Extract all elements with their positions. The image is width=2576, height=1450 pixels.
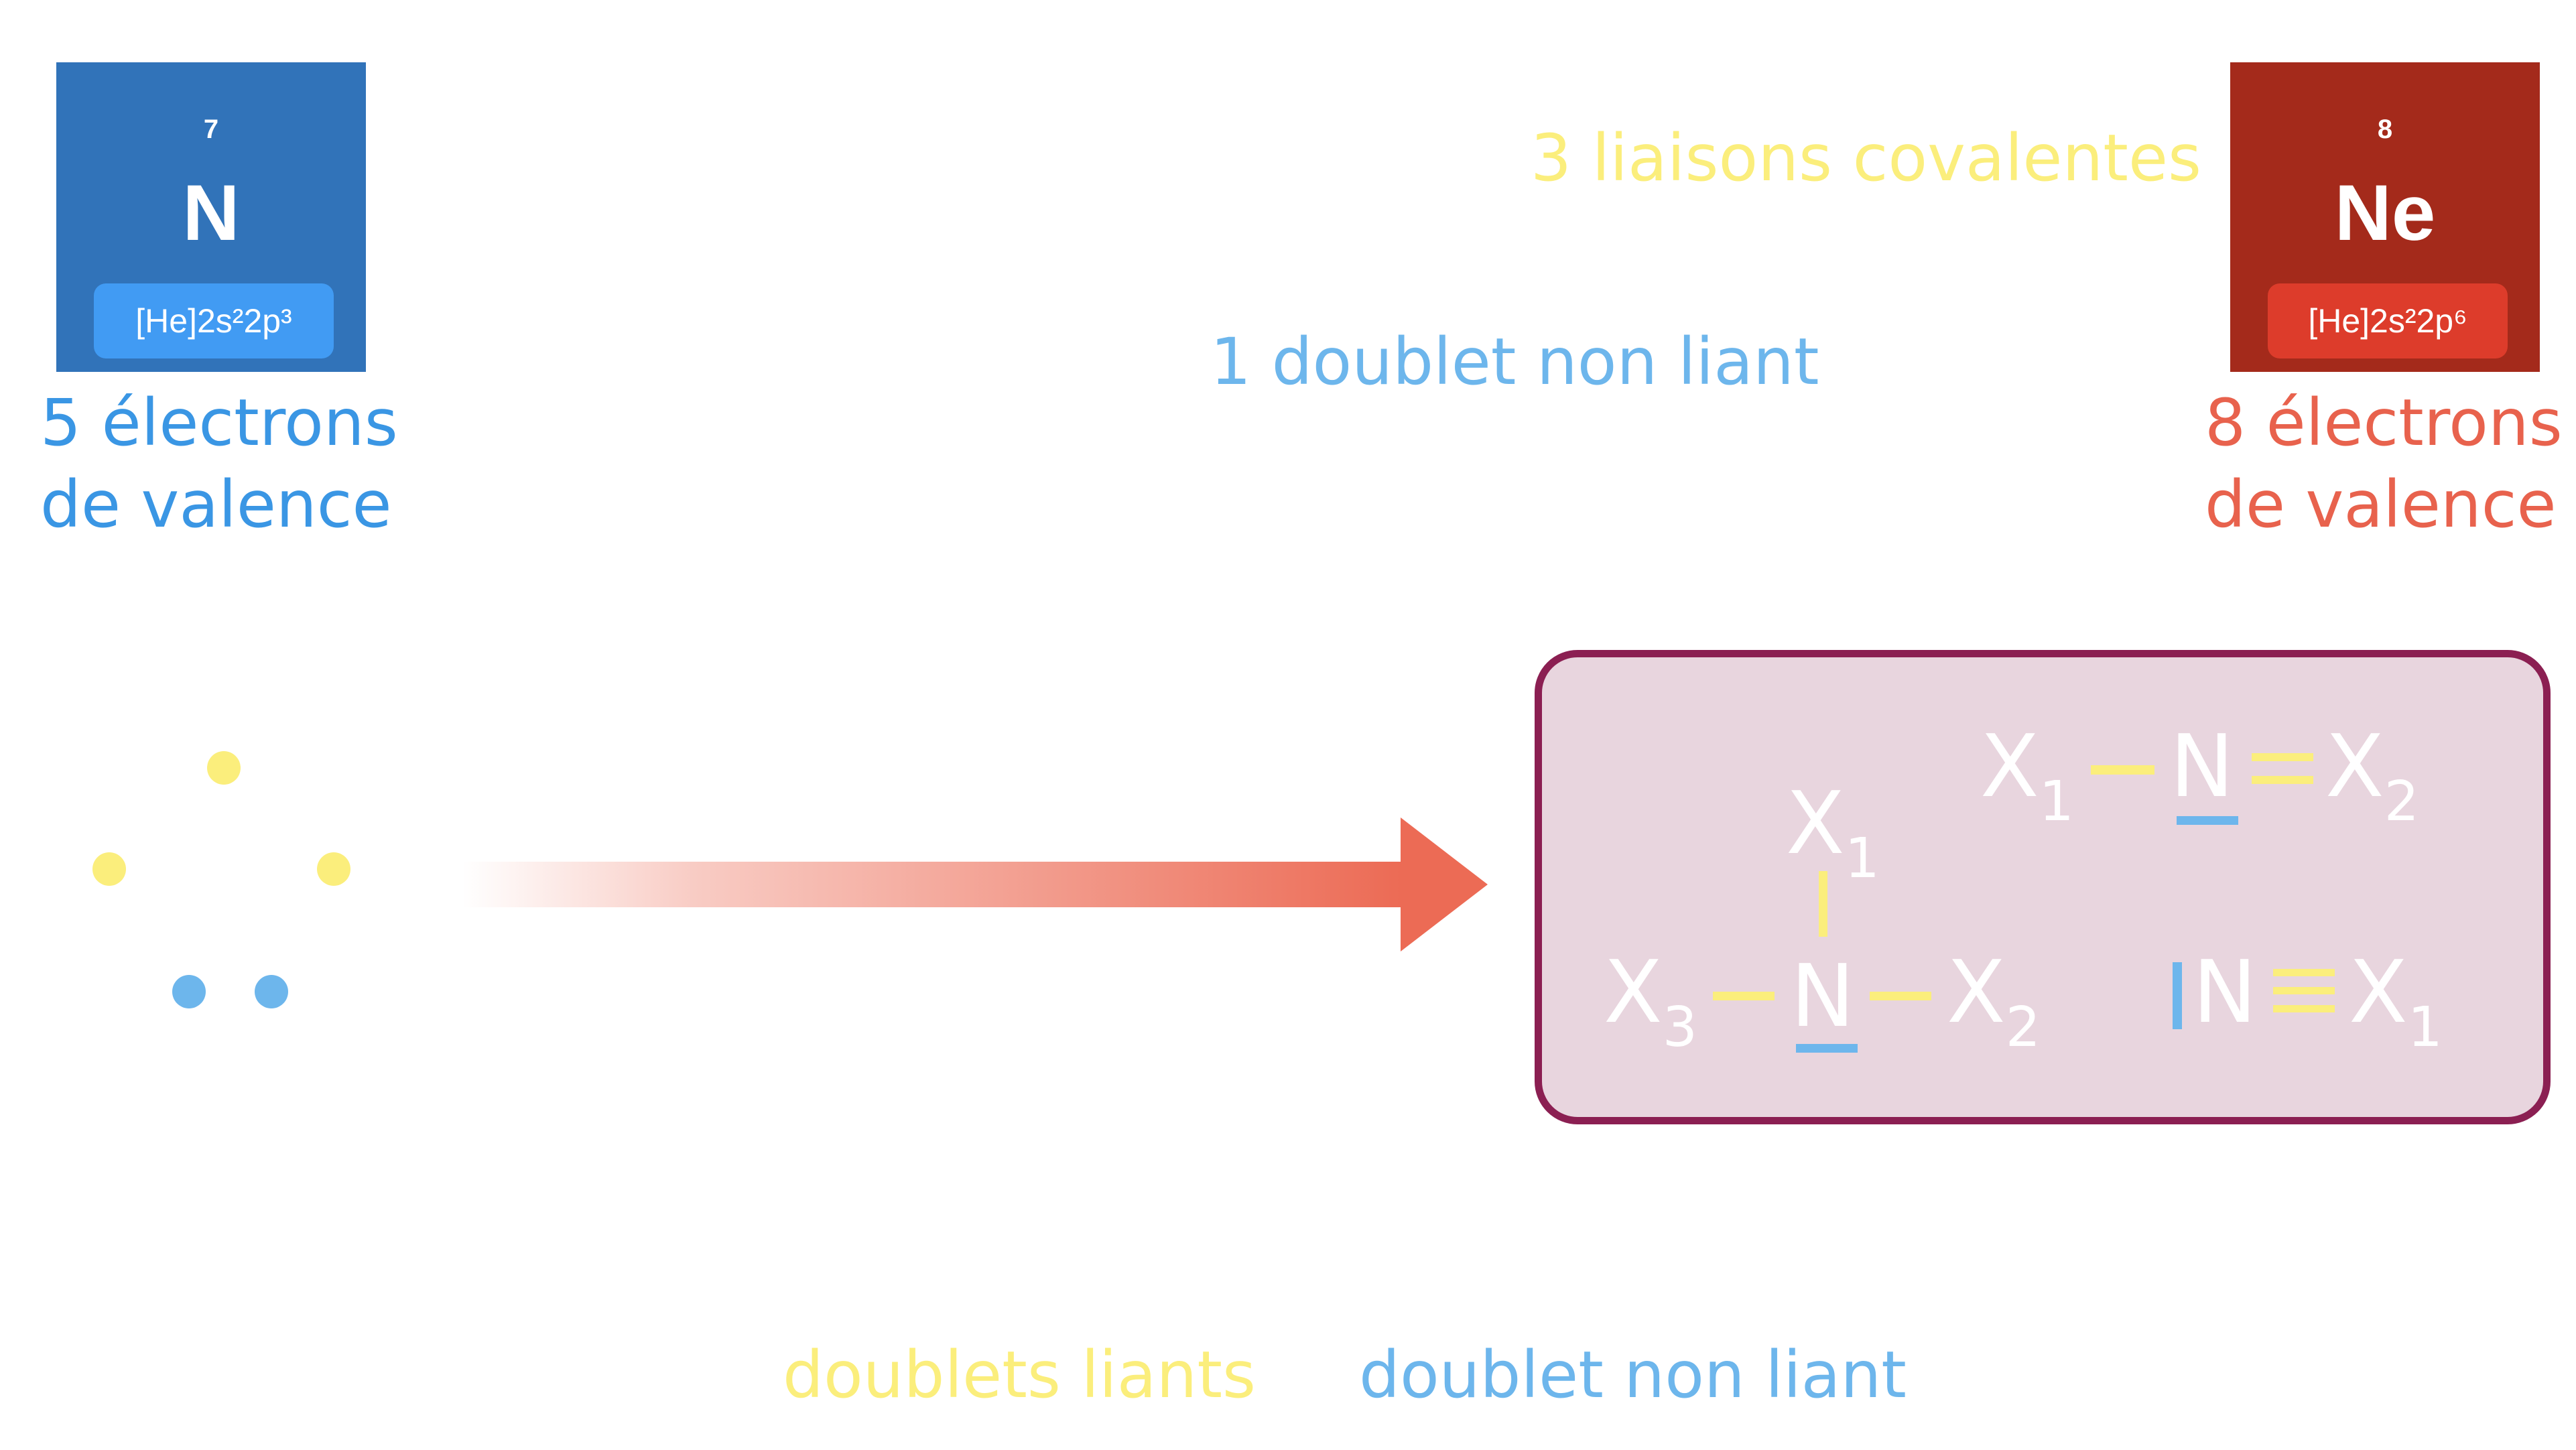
double-bond-line-top xyxy=(2252,753,2313,761)
nitrogen-valence-line1: 5 électrons xyxy=(40,385,398,460)
nitrogen-element-tile: 7 N [He]2s²2p³ xyxy=(56,62,366,372)
transition-arrow xyxy=(462,817,1488,951)
neon-valence-line1: 8 électrons xyxy=(2205,385,2563,460)
nitrogen-symbol: N xyxy=(182,169,240,257)
neon-element-tile: 8 Ne [He]2s²2p⁶ xyxy=(2230,62,2540,372)
bonding-electron-dot-left xyxy=(92,852,126,886)
formula-double-bond-x2: X2 xyxy=(2325,717,2419,834)
lone-pair-electron-dot-right xyxy=(255,975,288,1008)
nitrogen-configuration: [He]2s²2p³ xyxy=(94,283,334,358)
nitrogen-valence-line2: de valence xyxy=(40,467,392,542)
neon-configuration: [He]2s²2p⁶ xyxy=(2268,283,2508,358)
lone-pair-bottom-label: doublet non liant xyxy=(1359,1337,1907,1412)
formula-single-bonds-x2: X2 xyxy=(1947,943,2041,1060)
lone-pair-electron-dot-left xyxy=(172,975,206,1008)
triple-bond-line-bottom xyxy=(2273,1005,2335,1012)
formula-single-bonds-n: N xyxy=(1791,947,1855,1047)
vertical-bond-line xyxy=(1819,871,1827,937)
left-bond-line xyxy=(1713,992,1775,1000)
right-bond-line xyxy=(1870,992,1931,1000)
bonding-pairs-label: doublets liants xyxy=(783,1337,1257,1412)
neon-symbol: Ne xyxy=(2334,169,2436,257)
lone-pair-top-label: 1 doublet non liant xyxy=(1210,324,1819,399)
double-bond-line-bottom xyxy=(2252,776,2313,784)
neon-atomic-number: 8 xyxy=(2377,115,2393,144)
lone-pair-underline xyxy=(1796,1044,1858,1053)
formula-double-bond-x1: X1 xyxy=(1980,717,2074,834)
formula-single-bonds-x3: X3 xyxy=(1604,943,1697,1060)
single-bond-line xyxy=(2091,765,2154,775)
bonding-electron-dot-top xyxy=(207,751,241,785)
formula-triple-bond-x1: X1 xyxy=(2349,943,2443,1060)
triple-bond-line-top xyxy=(2273,969,2335,976)
formula-double-bond-n: N xyxy=(2170,717,2234,817)
formula-single-bonds-x1: X1 xyxy=(1786,774,1880,891)
lone-pair-bar xyxy=(2173,962,2182,1029)
lone-pair-underline xyxy=(2177,816,2238,825)
triple-bond-line-middle xyxy=(2273,987,2335,994)
formula-triple-bond-n: N xyxy=(2193,943,2257,1043)
bonding-electron-dot-right xyxy=(317,852,350,886)
nitrogen-atomic-number: 7 xyxy=(203,115,219,144)
neon-valence-line2: de valence xyxy=(2205,467,2557,542)
covalent-bonds-label: 3 liaisons covalentes xyxy=(1531,121,2202,196)
